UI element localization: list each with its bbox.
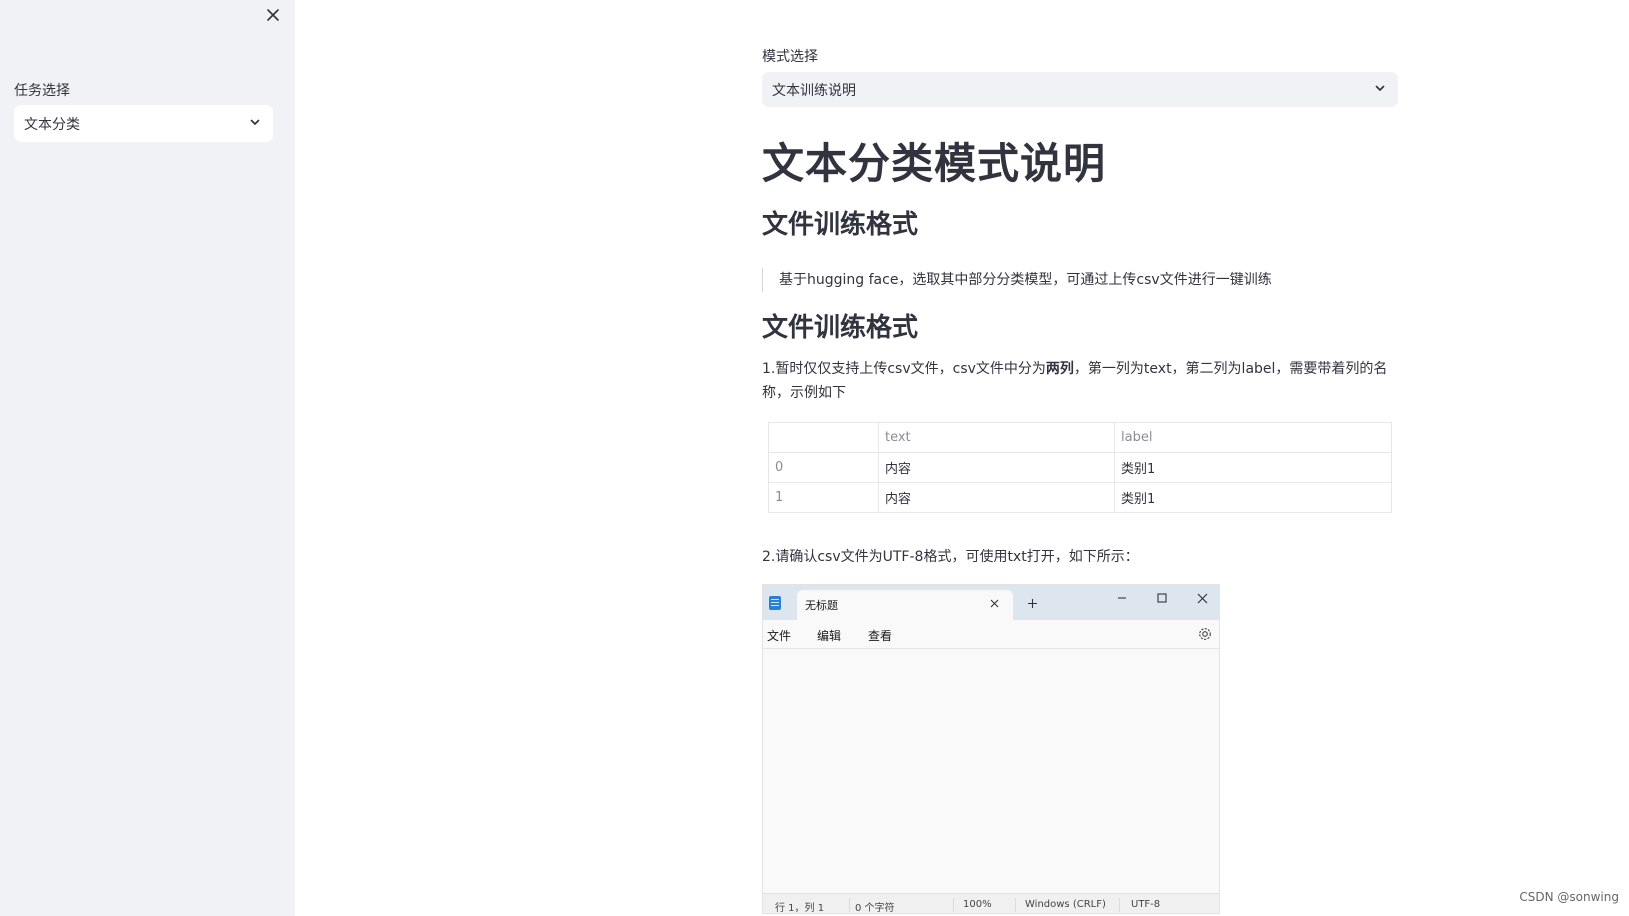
menu-item-view: 查看 <box>868 629 893 643</box>
mode-select-label: 模式选择 <box>762 49 818 65</box>
mode-select-value: 文本训练说明 <box>772 82 856 99</box>
table-row: 1 内容 类别1 <box>768 482 1392 513</box>
table-header-row: text label <box>768 422 1392 453</box>
notepad-titlebar: 无标题 <box>763 585 1219 620</box>
watermark: CSDN @sonwing <box>1519 890 1619 904</box>
task-select[interactable]: 文本分类 <box>14 105 273 142</box>
notepad-menubar: 文件 编辑 查看 <box>763 620 1219 649</box>
gear-icon <box>1197 626 1213 642</box>
notepad-statusbar: 行 1，列 1 0 个字符 100% Windows (CRLF) UTF-8 <box>763 893 1219 914</box>
blockquote: 基于hugging face，选取其中部分分类模型，可通过上传csv文件进行一键… <box>762 268 1272 292</box>
para1-bold: 两列 <box>1045 361 1074 377</box>
mode-select[interactable]: 文本训练说明 <box>762 72 1398 107</box>
status-line-ending: Windows (CRLF) <box>1025 899 1106 910</box>
chevron-down-icon <box>249 116 261 132</box>
divider <box>849 898 850 912</box>
status-zoom: 100% <box>963 899 992 910</box>
para1-text-a: 1.暂时仅仅支持上传csv文件，csv文件中分为 <box>762 361 1046 377</box>
close-icon[interactable] <box>262 4 284 26</box>
status-position: 行 1，列 1 <box>775 903 825 914</box>
divider <box>1119 898 1120 912</box>
table-cell: 类别1 <box>1114 452 1392 483</box>
table-header-cell: text <box>878 422 1115 453</box>
instruction-paragraph-2: 2.请确认csv文件为UTF-8格式，可使用txt打开，如下所示： <box>762 549 1139 565</box>
task-select-value: 文本分类 <box>24 116 80 133</box>
table-row: 0 内容 类别1 <box>768 452 1392 483</box>
chevron-down-icon <box>1374 82 1386 98</box>
table-cell: 内容 <box>878 452 1115 483</box>
menu-item-file: 文件 <box>767 629 792 643</box>
table-cell: 类别1 <box>1114 482 1392 513</box>
minimize-icon <box>1113 589 1131 607</box>
table-header-cell: label <box>1114 422 1392 453</box>
section-heading-1: 文件训练格式 <box>762 210 919 240</box>
menu-item-edit: 编辑 <box>817 629 842 643</box>
status-char-count: 0 个字符 <box>855 903 895 914</box>
table-header-cell <box>768 422 879 453</box>
example-dataframe: text label 0 内容 类别1 1 内容 类别1 <box>768 422 1392 513</box>
notepad-screenshot: 无标题 文件 编辑 查看 行 1，列 1 0 个字符 100% Windows … <box>762 584 1220 914</box>
instruction-paragraph-1: 1.暂时仅仅支持上传csv文件，csv文件中分为两列，第一列为text，第二列为… <box>762 357 1398 405</box>
section-heading-2: 文件训练格式 <box>762 313 919 343</box>
sidebar: 任务选择 文本分类 <box>0 0 295 916</box>
table-index-cell: 0 <box>768 452 879 483</box>
plus-icon <box>1025 596 1039 610</box>
table-index-cell: 1 <box>768 482 879 513</box>
page-title: 文本分类模式说明 <box>762 139 1107 188</box>
notepad-tab-title: 无标题 <box>805 599 838 612</box>
maximize-icon <box>1153 589 1171 607</box>
notepad-icon <box>769 596 781 610</box>
table-cell: 内容 <box>878 482 1115 513</box>
task-select-label: 任务选择 <box>14 83 70 99</box>
close-icon <box>1193 589 1211 607</box>
status-encoding: UTF-8 <box>1131 899 1161 910</box>
divider <box>953 898 954 912</box>
divider <box>1015 898 1016 912</box>
notepad-tab: 无标题 <box>797 590 1013 620</box>
close-icon <box>987 596 1001 610</box>
